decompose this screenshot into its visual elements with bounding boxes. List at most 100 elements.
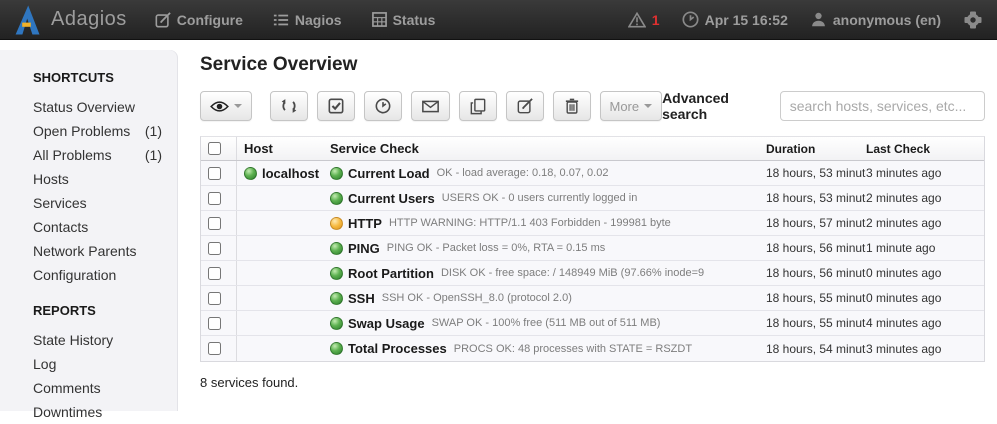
sidebar-item-label: Contacts: [33, 219, 162, 235]
nav-item-status[interactable]: Status: [372, 12, 436, 28]
more-button[interactable]: More: [600, 91, 663, 121]
row-checkbox[interactable]: [208, 267, 221, 280]
view-options-button[interactable]: [200, 91, 252, 121]
schedule-clock-icon: [375, 98, 391, 114]
check-square-icon: [328, 98, 344, 114]
duration-cell: 18 hours, 54 minutes: [766, 342, 866, 356]
service-status-dot: [330, 192, 343, 205]
sidebar-item-network-parents[interactable]: Network Parents: [33, 239, 178, 263]
clock-indicator[interactable]: Apr 15 16:52: [682, 11, 788, 28]
refresh-icon: [281, 98, 297, 114]
service-link[interactable]: Swap Usage: [348, 316, 425, 331]
delete-button[interactable]: [553, 91, 591, 121]
service-status-dot: [330, 292, 343, 305]
sidebar-item-state-history[interactable]: State History: [33, 328, 178, 352]
service-link[interactable]: Total Processes: [348, 341, 447, 356]
service-link[interactable]: SSH: [348, 291, 375, 306]
services-table: Host Service Check Duration Last Check l…: [200, 136, 985, 362]
service-link[interactable]: Current Users: [348, 191, 435, 206]
row-checkbox[interactable]: [208, 342, 221, 355]
row-checkbox[interactable]: [208, 192, 221, 205]
service-link[interactable]: HTTP: [348, 216, 382, 231]
sidebar-section-title: SHORTCUTS: [33, 70, 178, 85]
duration-cell: 18 hours, 53 minutes: [766, 166, 866, 180]
sidebar-section: REPORTS State History Log Comments Downt…: [33, 303, 178, 424]
last-check-cell: 2 minutes ago: [866, 191, 984, 205]
nav-item-label: Nagios: [295, 12, 342, 28]
service-status-text: SWAP OK - 100% free (511 MB out of 511 M…: [432, 317, 661, 329]
notify-button[interactable]: [411, 91, 449, 121]
header-duration[interactable]: Duration: [766, 142, 866, 156]
sidebar-item-comments[interactable]: Comments: [33, 376, 178, 400]
copy-button[interactable]: [459, 91, 497, 121]
row-checkbox[interactable]: [208, 167, 221, 180]
service-link[interactable]: PING: [348, 241, 380, 256]
sidebar-item-label: Configuration: [33, 267, 162, 283]
duration-cell: 18 hours, 53 minutes: [766, 191, 866, 205]
sidebar-item-open-problems[interactable]: Open Problems (1): [33, 119, 178, 143]
caret-down-icon: [644, 104, 652, 108]
schedule-button[interactable]: [364, 91, 402, 121]
more-button-label: More: [610, 99, 640, 114]
sidebar-item-count: (1): [145, 123, 162, 139]
alert-count: 1: [652, 12, 660, 28]
sidebar-item-label: Services: [33, 195, 162, 211]
warning-icon: [628, 12, 646, 28]
sidebar: SHORTCUTS Status Overview Open Problems …: [0, 50, 178, 411]
header-last-check[interactable]: Last Check: [866, 142, 984, 156]
select-all-checkbox[interactable]: [208, 142, 221, 155]
row-checkbox[interactable]: [208, 317, 221, 330]
sidebar-item-configuration[interactable]: Configuration: [33, 263, 178, 287]
copy-icon: [470, 98, 486, 115]
sidebar-item-log[interactable]: Log: [33, 352, 178, 376]
header-service-check[interactable]: Service Check: [323, 141, 766, 156]
trash-icon: [565, 98, 579, 114]
last-check-cell: 0 minutes ago: [866, 266, 984, 280]
nav-item-configure[interactable]: Configure: [155, 12, 243, 28]
acknowledge-button[interactable]: [317, 91, 355, 121]
sidebar-item-status-overview[interactable]: Status Overview: [33, 95, 178, 119]
sidebar-item-label: State History: [33, 332, 162, 348]
refresh-button[interactable]: [270, 91, 308, 121]
service-status-text: PROCS OK: 48 processes with STATE = RSZD…: [454, 343, 692, 355]
sidebar-item-hosts[interactable]: Hosts: [33, 167, 178, 191]
sidebar-item-contacts[interactable]: Contacts: [33, 215, 178, 239]
service-status-text: SSH OK - OpenSSH_8.0 (protocol 2.0): [382, 292, 572, 304]
row-checkbox[interactable]: [208, 217, 221, 230]
sidebar-section-title: REPORTS: [33, 303, 178, 318]
row-checkbox[interactable]: [208, 292, 221, 305]
edit-button[interactable]: [506, 91, 544, 121]
nav-item-label: Configure: [177, 12, 243, 28]
service-link[interactable]: Root Partition: [348, 266, 434, 281]
caret-down-icon: [234, 104, 242, 108]
search-input[interactable]: [780, 91, 985, 121]
table-row: Current Users USERS OK - 0 users current…: [201, 186, 984, 211]
edit-icon: [155, 12, 171, 28]
duration-cell: 18 hours, 56 minutes: [766, 266, 866, 280]
last-check-cell: 0 minutes ago: [866, 291, 984, 305]
header-host[interactable]: Host: [237, 141, 323, 156]
service-status-text: OK - load average: 0.18, 0.07, 0.02: [437, 167, 609, 179]
sidebar-item-downtimes[interactable]: Downtimes: [33, 400, 178, 424]
host-link[interactable]: localhost: [262, 166, 319, 181]
sidebar-item-label: Status Overview: [33, 99, 162, 115]
brand[interactable]: Adagios: [14, 5, 127, 35]
eye-icon: [210, 100, 229, 113]
nav-item-nagios[interactable]: Nagios: [273, 12, 342, 28]
sidebar-item-all-problems[interactable]: All Problems (1): [33, 143, 178, 167]
alerts-indicator[interactable]: 1: [628, 12, 660, 28]
service-link[interactable]: Current Load: [348, 166, 430, 181]
user-menu[interactable]: anonymous (en): [810, 11, 941, 28]
duration-cell: 18 hours, 56 minutes: [766, 241, 866, 255]
last-check-cell: 1 minute ago: [866, 241, 984, 255]
sidebar-item-label: All Problems: [33, 147, 145, 163]
duration-cell: 18 hours, 55 minutes: [766, 316, 866, 330]
service-status-dot: [330, 317, 343, 330]
settings-button[interactable]: [963, 10, 983, 30]
sidebar-item-services[interactable]: Services: [33, 191, 178, 215]
service-status-text: HTTP WARNING: HTTP/1.1 403 Forbidden - 1…: [389, 217, 671, 229]
table-row: Root Partition DISK OK - free space: / 1…: [201, 261, 984, 286]
row-checkbox[interactable]: [208, 242, 221, 255]
nav-item-label: Status: [393, 12, 436, 28]
table-row: SSH SSH OK - OpenSSH_8.0 (protocol 2.0) …: [201, 286, 984, 311]
